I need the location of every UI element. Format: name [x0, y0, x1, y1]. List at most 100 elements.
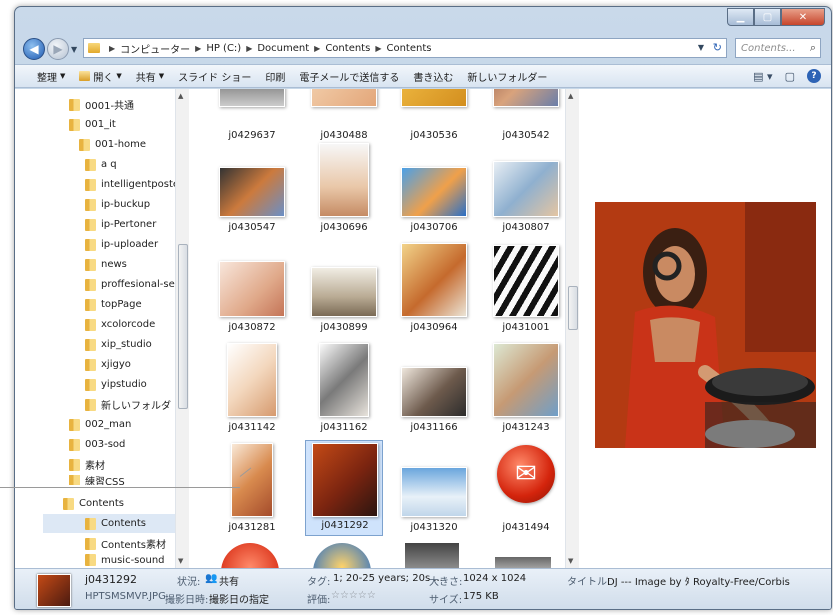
recent-pages-dropdown[interactable]: ▼ — [71, 45, 77, 54]
nav-item[interactable]: music-sound — [85, 553, 165, 567]
email-button[interactable]: 電子メールで送信する — [299, 69, 399, 84]
folder-icon — [85, 258, 96, 271]
file-item[interactable]: j0430706 — [395, 141, 473, 237]
open-menu[interactable]: 開く ▼ — [79, 69, 122, 84]
nav-item[interactable]: Contents素材 — [85, 534, 166, 553]
forward-button[interactable]: ▶ — [47, 38, 69, 60]
details-title-value[interactable]: DJ --- Image by ﾀ Royalty-Free/Corbis — [607, 573, 790, 588]
address-bar[interactable]: ▶ コンピューター ▶ HP (C:) ▶ Document ▶ Content… — [83, 38, 727, 58]
nav-item[interactable]: topPage — [85, 295, 142, 314]
nav-item[interactable]: xip_studio — [85, 335, 152, 354]
file-item[interactable]: j0431320 — [395, 441, 473, 537]
nav-item[interactable]: intelligentposter — [85, 175, 183, 194]
slideshow-button[interactable]: スライド ショー — [178, 69, 251, 84]
file-item[interactable]: j0431166 — [395, 341, 473, 437]
nav-item[interactable]: xjigyo — [85, 355, 131, 374]
breadcrumb-drive[interactable]: HP (C:) — [206, 43, 241, 54]
file-item[interactable]: j0430807 — [487, 141, 565, 237]
partial-thumbnail[interactable] — [495, 557, 551, 568]
burn-button[interactable]: 書き込む — [413, 69, 453, 84]
file-item[interactable]: j0430488 — [305, 89, 383, 145]
help-icon[interactable]: ? — [807, 69, 821, 83]
breadcrumb-contents-current[interactable]: Contents — [386, 43, 431, 54]
nav-item[interactable]: 練習CSS — [69, 475, 125, 485]
file-item[interactable]: j0430964 — [395, 241, 473, 337]
file-item[interactable]: j0431243 — [487, 341, 565, 437]
view-icon[interactable]: ▤ ▾ — [753, 70, 772, 83]
search-input[interactable]: Contents... ⌕ — [735, 38, 821, 58]
file-item[interactable]: j0430899 — [305, 241, 383, 337]
details-tags-value[interactable]: 1; 20-25 years; 20s ... — [333, 573, 443, 584]
nav-scrollbar-thumb[interactable] — [178, 244, 188, 409]
nav-item[interactable]: 素材 — [69, 455, 105, 474]
nav-item[interactable]: 002_man — [69, 415, 131, 434]
scroll-up-icon[interactable]: ▲ — [568, 92, 573, 100]
file-item[interactable]: ✉ j0431494 — [487, 441, 565, 537]
partial-thumbnail[interactable] — [405, 543, 459, 568]
back-button[interactable]: ◀ — [23, 38, 45, 60]
rating-stars[interactable]: ☆☆☆☆☆ — [331, 590, 376, 601]
file-item[interactable]: j0430696 — [305, 141, 383, 237]
file-list-scrollbar-thumb[interactable] — [568, 286, 578, 330]
nav-item[interactable]: xcolorcode — [85, 315, 155, 334]
nav-item[interactable]: proffesional-servi — [85, 275, 188, 294]
minimize-button[interactable]: ▁ — [727, 8, 754, 26]
new-folder-button[interactable]: 新しいフォルダー — [467, 69, 547, 84]
folder-icon — [85, 298, 96, 311]
file-item[interactable]: j0430536 — [395, 89, 473, 145]
scroll-down-icon[interactable]: ▼ — [178, 557, 183, 565]
nav-item[interactable]: 003-sod — [69, 435, 125, 454]
details-file-title: j0431292 — [85, 573, 138, 586]
chevron-right-icon[interactable]: ▶ — [314, 44, 320, 53]
nav-item[interactable]: yipstudio — [85, 375, 147, 394]
nav-item[interactable]: ip-buckup — [85, 195, 150, 214]
file-item[interactable]: j0431001 — [487, 241, 565, 337]
preview-pane-icon[interactable]: ▢ — [785, 70, 795, 83]
file-name: j0431320 — [410, 522, 458, 533]
chevron-right-icon[interactable]: ▶ — [375, 44, 381, 53]
breadcrumb-contents[interactable]: Contents — [325, 43, 370, 54]
file-name: j0430964 — [410, 322, 458, 333]
file-item[interactable]: j0431281 — [213, 441, 291, 537]
file-item[interactable]: j0431162 — [305, 341, 383, 437]
nav-item[interactable]: ip-uploader — [85, 235, 158, 254]
thumbnail-image — [231, 443, 273, 517]
nav-item[interactable]: Contents — [63, 494, 124, 513]
nav-scrollbar[interactable]: ▲ ▼ — [175, 89, 189, 568]
nav-item[interactable]: news — [85, 255, 127, 274]
nav-item[interactable]: 001_it — [69, 115, 116, 134]
scroll-up-icon[interactable]: ▲ — [178, 92, 183, 100]
partial-thumbnail[interactable] — [221, 543, 279, 568]
details-date-label: 撮影日時: — [165, 595, 209, 606]
file-item[interactable]: j0430542 — [487, 89, 565, 145]
refresh-icon[interactable]: ↻ — [713, 41, 722, 54]
chevron-right-icon[interactable]: ▶ — [109, 44, 115, 53]
file-item[interactable]: j0430547 — [213, 141, 291, 237]
breadcrumb-computer[interactable]: コンピューター — [120, 41, 190, 56]
nav-item[interactable]: a q — [85, 155, 117, 174]
close-button[interactable]: ✕ — [781, 8, 825, 26]
nav-item[interactable]: 001-home — [79, 135, 146, 154]
nav-item[interactable]: 0001-共通 — [69, 95, 134, 114]
breadcrumb-document[interactable]: Document — [257, 43, 309, 54]
address-dropdown-icon[interactable]: ▼ — [698, 43, 704, 52]
maximize-button[interactable]: ▢ — [754, 8, 781, 26]
details-date-value[interactable]: 撮影日の指定 — [209, 591, 269, 606]
globe-icon[interactable] — [313, 543, 371, 568]
file-item[interactable]: j0429637 — [213, 89, 291, 145]
scroll-down-icon[interactable]: ▼ — [568, 557, 573, 565]
file-list-scrollbar[interactable]: ▲ ▼ — [565, 89, 579, 568]
chevron-right-icon[interactable]: ▶ — [195, 44, 201, 53]
nav-item[interactable]: ip-Pertoner — [85, 215, 156, 234]
organize-menu[interactable]: 整理 ▼ — [37, 69, 65, 84]
file-item-selected[interactable]: j0431292 — [305, 440, 383, 536]
nav-item-selected[interactable]: Contents — [43, 514, 189, 533]
nav-item[interactable]: 新しいフォルダ — [85, 395, 171, 414]
folder-icon — [69, 118, 80, 131]
file-item[interactable]: j0430872 — [213, 241, 291, 337]
chevron-right-icon[interactable]: ▶ — [246, 44, 252, 53]
share-menu[interactable]: 共有 ▼ — [136, 69, 164, 84]
print-button[interactable]: 印刷 — [265, 69, 285, 84]
file-item[interactable]: j0431142 — [213, 341, 291, 437]
search-icon[interactable]: ⌕ — [810, 41, 816, 55]
